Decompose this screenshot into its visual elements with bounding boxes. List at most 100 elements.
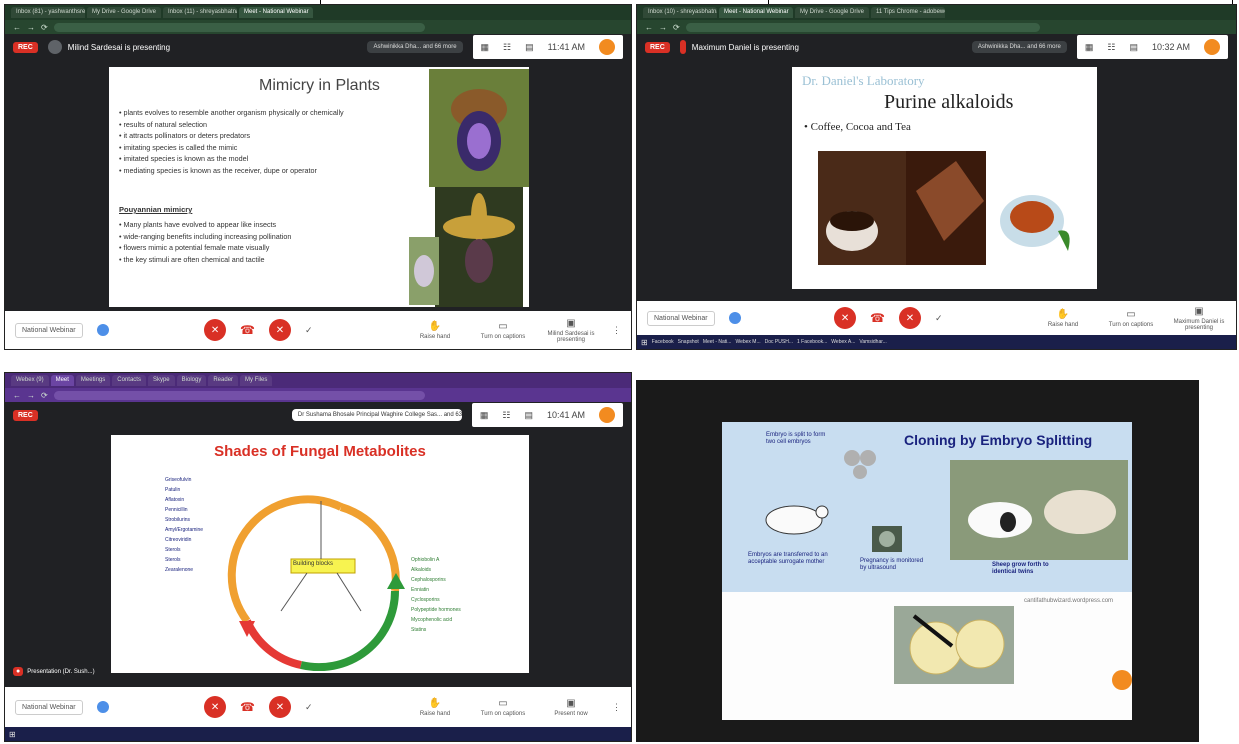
browser-tab[interactable]: Reader [208,375,239,386]
people-icon[interactable]: ☷ [502,410,510,421]
reload-icon[interactable]: ⟳ [41,391,48,400]
windows-taskbar: ⊞ Facebook Snapshot Meet - Nati... Webex… [637,335,1236,349]
chocolate-photo [906,151,986,265]
raise-hand-button[interactable]: ✋ Raise hand [408,321,462,340]
browser-tab[interactable]: Meetings [75,375,111,386]
hangup-button[interactable]: ☎ [870,311,885,325]
slide: Mimicry in Plants plants evolves to rese… [109,67,529,307]
browser-tab[interactable]: Inbox (11) - shreyasbhatnagar [163,7,237,18]
browser-tab[interactable]: Contacts [112,375,146,386]
camera-off-button[interactable]: ✕ [269,319,291,341]
arc-label: Strobilurins [165,517,191,523]
raise-hand-button[interactable]: ✋ Raise hand [408,698,462,717]
reload-icon[interactable]: ⟳ [41,23,48,32]
meeting-name[interactable]: National Webinar [15,322,83,338]
address-field[interactable] [685,22,1041,32]
browser-tab[interactable]: My Drive - Google Drive [795,7,869,18]
grid-icon[interactable]: ▦ [1085,42,1094,53]
taskbar-item[interactable]: Doc PUSH... [765,339,793,345]
taskbar-item[interactable]: Facebook [652,339,674,345]
mic-off-button[interactable]: ✕ [204,319,227,341]
people-icon[interactable]: ☷ [503,42,511,53]
raise-hand-button[interactable]: ✋ Raise hand [1036,309,1090,328]
browser-tab[interactable]: Inbox (81) - yashwanthsreekr [11,7,85,18]
browser-tab-active[interactable]: Meet - National Webinar [719,7,793,18]
meeting-controls-panel: ▦ ☷ ▤ 10:41 AM [471,403,623,427]
participants-chip[interactable]: Dr Sushama Bhosale Principal Waghire Col… [291,409,462,421]
back-icon[interactable]: ← [13,391,21,400]
participants-chip[interactable]: Ashwinikka Dha... and 66 more [367,41,463,53]
hangup-button[interactable]: ☎ [240,700,255,714]
windows-start-icon[interactable]: ⊞ [9,730,16,739]
people-icon[interactable]: ☷ [1107,42,1115,53]
present-icon: ▣ [566,317,576,329]
captions-icon: ▭ [498,697,508,709]
lab-logo: Dr. Daniel's Laboratory [802,73,925,88]
shield-icon[interactable] [96,324,109,336]
browser-tab[interactable]: Webex (9) [11,375,49,386]
back-icon[interactable]: ← [13,23,21,32]
mic-off-button[interactable]: ✕ [834,307,857,329]
user-avatar[interactable] [599,39,615,55]
forward-icon[interactable]: → [27,391,35,400]
chat-icon[interactable]: ▤ [524,410,533,421]
captions-button[interactable]: ▭ Turn on captions [476,321,530,340]
reload-icon[interactable]: ⟳ [673,23,680,32]
hangup-button[interactable]: ☎ [240,323,255,337]
captions-label: Turn on captions [480,710,526,717]
forward-icon[interactable]: → [659,23,667,32]
browser-tab-active[interactable]: Meet - National Webinar [239,7,313,18]
captions-button[interactable]: ▭ Turn on captions [1104,309,1158,328]
arc-label: Mycophenolic acid [411,617,453,623]
camera-off-button[interactable]: ✕ [899,307,921,329]
browser-tab[interactable]: 11 Tips Chrome - adobewebinar [871,7,945,18]
shield-icon[interactable] [96,701,109,713]
taskbar-item[interactable]: Webex M... [735,339,760,345]
taskbar-item[interactable]: Snapshot [678,339,699,345]
present-label: Present now [554,710,588,717]
user-avatar[interactable] [599,407,615,423]
browser-tab[interactable]: Inbox (10) - shreyasbhatnagar [643,7,717,18]
browser-tab[interactable]: My Drive - Google Drive [87,7,161,18]
camera-off-button[interactable]: ✕ [269,696,291,718]
grid-icon[interactable]: ▦ [480,410,489,421]
chat-icon[interactable]: ▤ [1129,42,1138,53]
user-avatar[interactable] [1204,39,1220,55]
check-icon: ✓ [305,701,313,712]
tab-strip: Webex (9) Meet Meetings Contacts Skype B… [5,373,631,388]
taskbar-item[interactable]: Webex A... [831,339,855,345]
meet-top-bar: REC Milind Sardesai is presenting Ashwin… [5,34,631,60]
meeting-name[interactable]: National Webinar [15,699,83,715]
shield-icon[interactable] [728,312,741,324]
bullet: Many plants have evolved to appear like … [119,219,419,231]
address-field[interactable] [53,390,425,400]
taskbar-item[interactable]: Meet - Nati... [703,339,732,345]
arc-label: Citreoviridin [165,537,192,543]
grid-icon[interactable]: ▦ [481,42,490,53]
present-button[interactable]: ▣ Maximum Daniel is presenting [1172,306,1226,331]
forward-icon[interactable]: → [27,23,35,32]
taskbar-item[interactable]: 1 Facebook... [797,339,827,345]
present-button[interactable]: ▣ Present now [544,698,598,717]
browser-tab-active[interactable]: Meet [50,375,74,386]
present-button[interactable]: ▣ Milind Sardesai is presenting [544,318,598,343]
present-icon: ▣ [1194,305,1204,317]
participants-chip[interactable]: Ashwinikka Dha... and 66 more [971,41,1067,53]
chat-icon[interactable]: ▤ [525,42,534,53]
browser-tab[interactable]: My Files [240,375,273,386]
captions-button[interactable]: ▭ Turn on captions [476,698,530,717]
windows-start-icon[interactable]: ⊞ [641,338,648,347]
arc-label: Cyclosporins [411,597,440,603]
webinar-screenshot-collage: Inbox (81) - yashwanthsreekr My Drive - … [0,0,1239,744]
back-icon[interactable]: ← [645,23,653,32]
more-icon[interactable]: ⋮ [612,702,621,713]
more-icon[interactable]: ⋮ [612,325,621,336]
taskbar-item[interactable]: Vamsidhar... [859,339,886,345]
mic-off-button[interactable]: ✕ [204,696,227,718]
presenter-label: Milind Sardesai is presenting [47,40,170,54]
check-icon: ✓ [305,324,313,335]
browser-tab[interactable]: Skype [147,375,175,386]
meeting-name[interactable]: National Webinar [647,310,715,326]
browser-tab[interactable]: Biology [176,375,207,386]
address-field[interactable] [53,22,425,32]
